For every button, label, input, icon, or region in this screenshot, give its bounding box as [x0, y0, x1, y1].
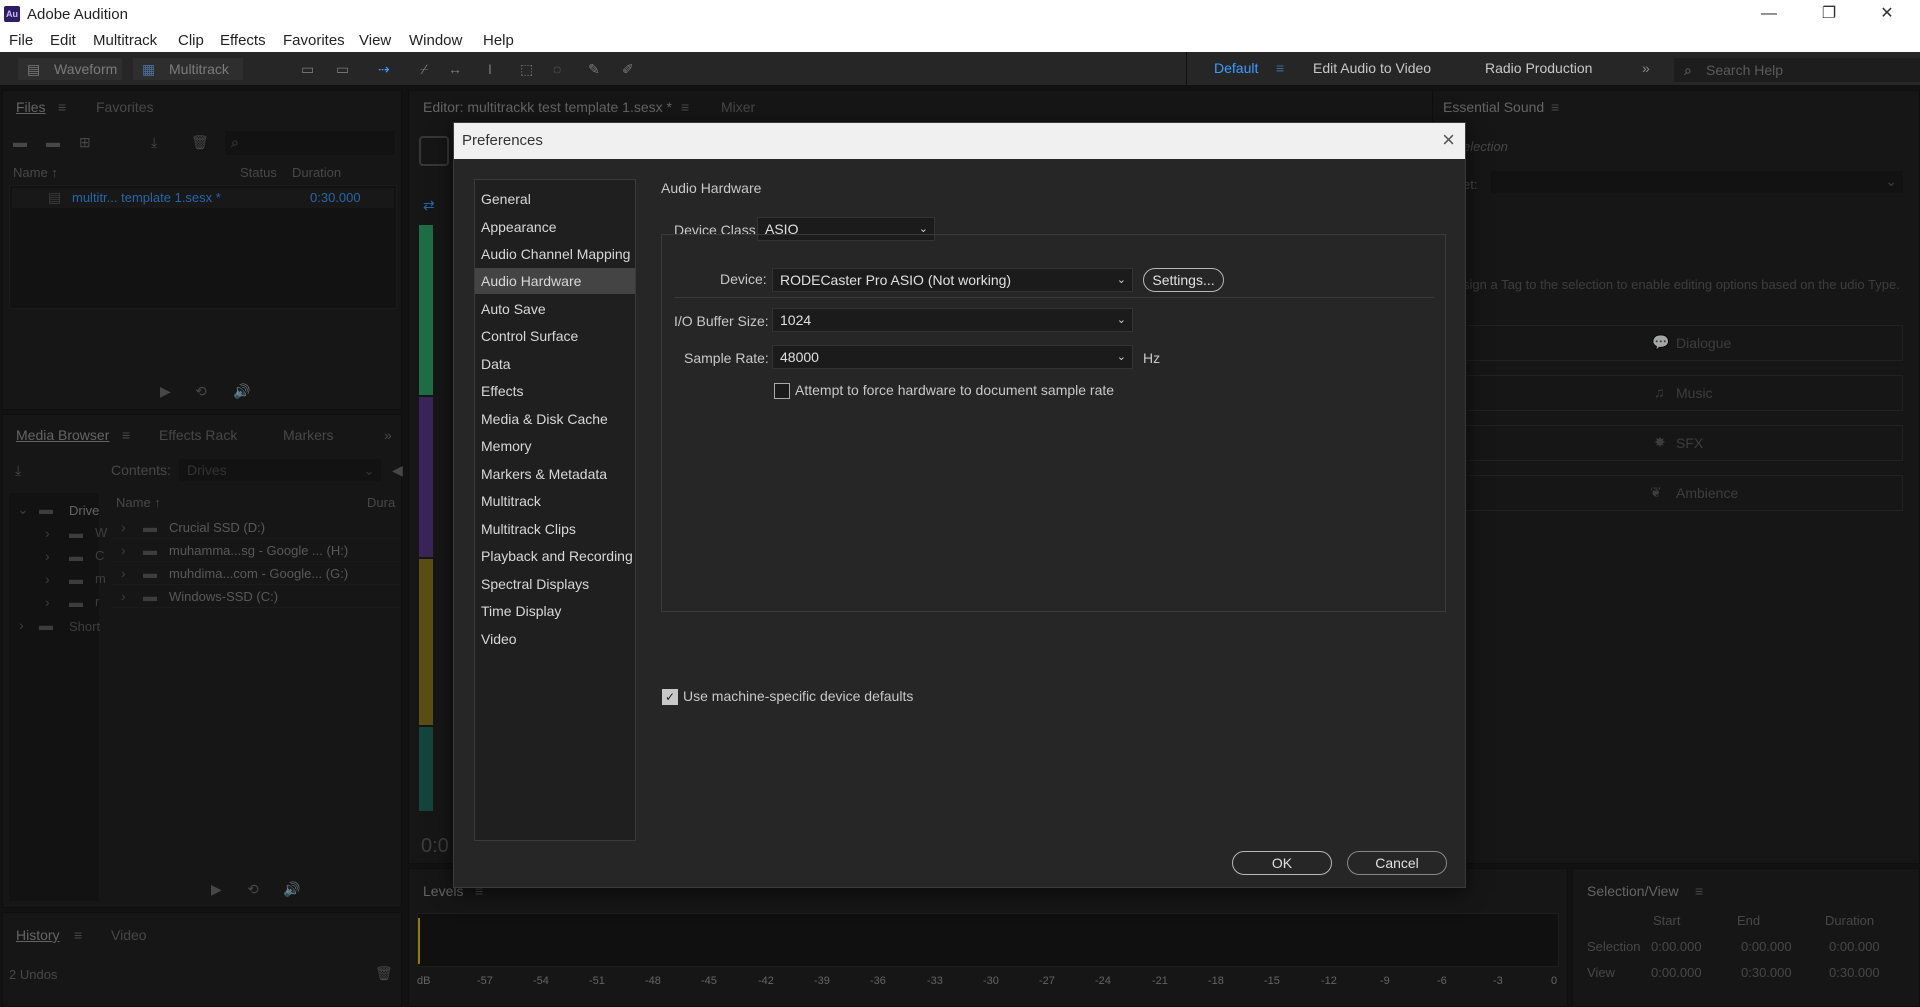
- dialog-header: Preferences ×: [454, 123, 1465, 159]
- workspace-edit-audio-to-video[interactable]: Edit Audio to Video: [1313, 60, 1431, 76]
- buffer-size-value: 1024: [780, 312, 812, 328]
- nav-playback-and-recording[interactable]: Playback and Recording: [475, 543, 635, 569]
- menu-help[interactable]: Help: [483, 32, 514, 49]
- device-value: RODECaster Pro ASIO (Not working): [780, 272, 1012, 288]
- title-bar: Au Adobe Audition — ❐ ✕: [0, 0, 1920, 28]
- nav-auto-save[interactable]: Auto Save: [475, 296, 635, 322]
- menu-file[interactable]: File: [9, 32, 33, 49]
- move-tool-icon[interactable]: ⇢: [378, 58, 390, 80]
- hz-unit-label: Hz: [1143, 350, 1161, 366]
- time-selection-tool-icon[interactable]: I: [488, 58, 492, 80]
- dialog-close-icon[interactable]: ×: [1442, 127, 1455, 153]
- marquee-tool-icon[interactable]: ⬚: [520, 58, 533, 80]
- menu-favorites[interactable]: Favorites: [283, 32, 345, 49]
- minimize-button[interactable]: —: [1746, 0, 1792, 28]
- slip-tool-icon[interactable]: ↔: [448, 58, 462, 80]
- lasso-tool-icon[interactable]: ◌: [553, 58, 561, 80]
- nav-time-display[interactable]: Time Display: [475, 598, 635, 624]
- nav-markers-metadata[interactable]: Markers & Metadata: [475, 461, 635, 487]
- more-workspaces-icon[interactable]: »: [1642, 60, 1650, 76]
- preferences-nav: General Appearance Audio Channel Mapping…: [474, 179, 636, 841]
- spectral-display-icon[interactable]: ▭: [301, 58, 314, 80]
- spot-healing-tool-icon[interactable]: ✐: [622, 58, 634, 80]
- nav-effects[interactable]: Effects: [475, 378, 635, 404]
- search-icon: ⌕: [1684, 62, 1692, 78]
- cancel-button[interactable]: Cancel: [1347, 851, 1447, 875]
- nav-memory[interactable]: Memory: [475, 433, 635, 459]
- nav-appearance[interactable]: Appearance: [475, 214, 635, 240]
- dialog-title: Preferences: [462, 132, 543, 149]
- nav-audio-channel-mapping[interactable]: Audio Channel Mapping: [475, 241, 635, 267]
- menu-multitrack[interactable]: Multitrack: [93, 32, 157, 49]
- nav-data[interactable]: Data: [475, 351, 635, 377]
- force-sample-rate-label: Attempt to force hardware to document sa…: [795, 382, 1115, 398]
- checkmark-icon: ✓: [664, 690, 676, 704]
- device-chevron-down-icon: ⌄: [1116, 274, 1126, 286]
- sample-rate-chevron-down-icon: ⌄: [1116, 351, 1126, 363]
- search-help-input[interactable]: ⌕ Search Help: [1674, 58, 1920, 82]
- buffer-size-chevron-down-icon: ⌄: [1116, 314, 1126, 326]
- preferences-dialog: Preferences × General Appearance Audio C…: [453, 122, 1466, 888]
- nav-general[interactable]: General: [475, 186, 635, 212]
- ok-button[interactable]: OK: [1232, 851, 1332, 875]
- menu-clip[interactable]: Clip: [178, 32, 204, 49]
- nav-video[interactable]: Video: [475, 626, 635, 652]
- app-logo-icon: Au: [4, 6, 20, 22]
- separator: [674, 297, 1434, 298]
- maximize-button[interactable]: ❐: [1806, 0, 1852, 28]
- sample-rate-label: Sample Rate:: [684, 350, 769, 366]
- nav-multitrack[interactable]: Multitrack: [475, 488, 635, 514]
- device-select[interactable]: RODECaster Pro ASIO (Not working) ⌄: [772, 268, 1133, 292]
- sample-rate-value: 48000: [780, 349, 819, 365]
- menu-edit[interactable]: Edit: [50, 32, 76, 49]
- device-label: Device:: [720, 271, 767, 287]
- workspace-default[interactable]: Default: [1214, 60, 1258, 76]
- force-sample-rate-checkbox[interactable]: [774, 383, 790, 399]
- machine-defaults-checkbox[interactable]: ✓: [662, 689, 678, 705]
- workspace-radio-production[interactable]: Radio Production: [1485, 60, 1592, 76]
- close-window-button[interactable]: ✕: [1864, 0, 1910, 28]
- buffer-size-label: I/O Buffer Size:: [674, 313, 769, 329]
- nav-multitrack-clips[interactable]: Multitrack Clips: [475, 516, 635, 542]
- toolbar-divider: [1186, 52, 1187, 86]
- toolbar: ▤ Waveform ▦ Multitrack ▭ ▭ ⇢ ⌿ ↔ I ⬚ ◌ …: [0, 52, 1920, 86]
- waveform-label: Waveform: [54, 61, 118, 77]
- menu-effects[interactable]: Effects: [220, 32, 266, 49]
- multitrack-button[interactable]: ▦ Multitrack: [133, 58, 243, 80]
- nav-media-disk-cache[interactable]: Media & Disk Cache: [475, 406, 635, 432]
- window-title: Adobe Audition: [27, 6, 128, 23]
- nav-spectral-displays[interactable]: Spectral Displays: [475, 571, 635, 597]
- nav-control-surface[interactable]: Control Surface: [475, 323, 635, 349]
- buffer-size-select[interactable]: 1024 ⌄: [772, 308, 1133, 332]
- brush-tool-icon[interactable]: ✎: [588, 58, 600, 80]
- nav-audio-hardware[interactable]: Audio Hardware: [475, 268, 635, 294]
- menu-window[interactable]: Window: [409, 32, 462, 49]
- search-help-placeholder: Search Help: [1706, 62, 1784, 78]
- settings-button[interactable]: Settings...: [1143, 268, 1224, 292]
- pitch-display-icon[interactable]: ▭: [336, 58, 349, 80]
- menu-view[interactable]: View: [359, 32, 391, 49]
- workspace-menu-icon[interactable]: ≡: [1276, 60, 1284, 76]
- machine-defaults-label: Use machine-specific device defaults: [683, 688, 914, 704]
- menu-bar: File Edit Multitrack Clip Effects Favori…: [0, 28, 1920, 52]
- waveform-button[interactable]: ▤ Waveform: [18, 58, 122, 80]
- sample-rate-select[interactable]: 48000 ⌄: [772, 345, 1133, 369]
- multitrack-label: Multitrack: [169, 61, 229, 77]
- section-title: Audio Hardware: [661, 180, 762, 196]
- waveform-icon: ▤: [27, 61, 41, 77]
- razor-tool-icon[interactable]: ⌿: [420, 58, 428, 80]
- multitrack-icon: ▦: [142, 61, 156, 77]
